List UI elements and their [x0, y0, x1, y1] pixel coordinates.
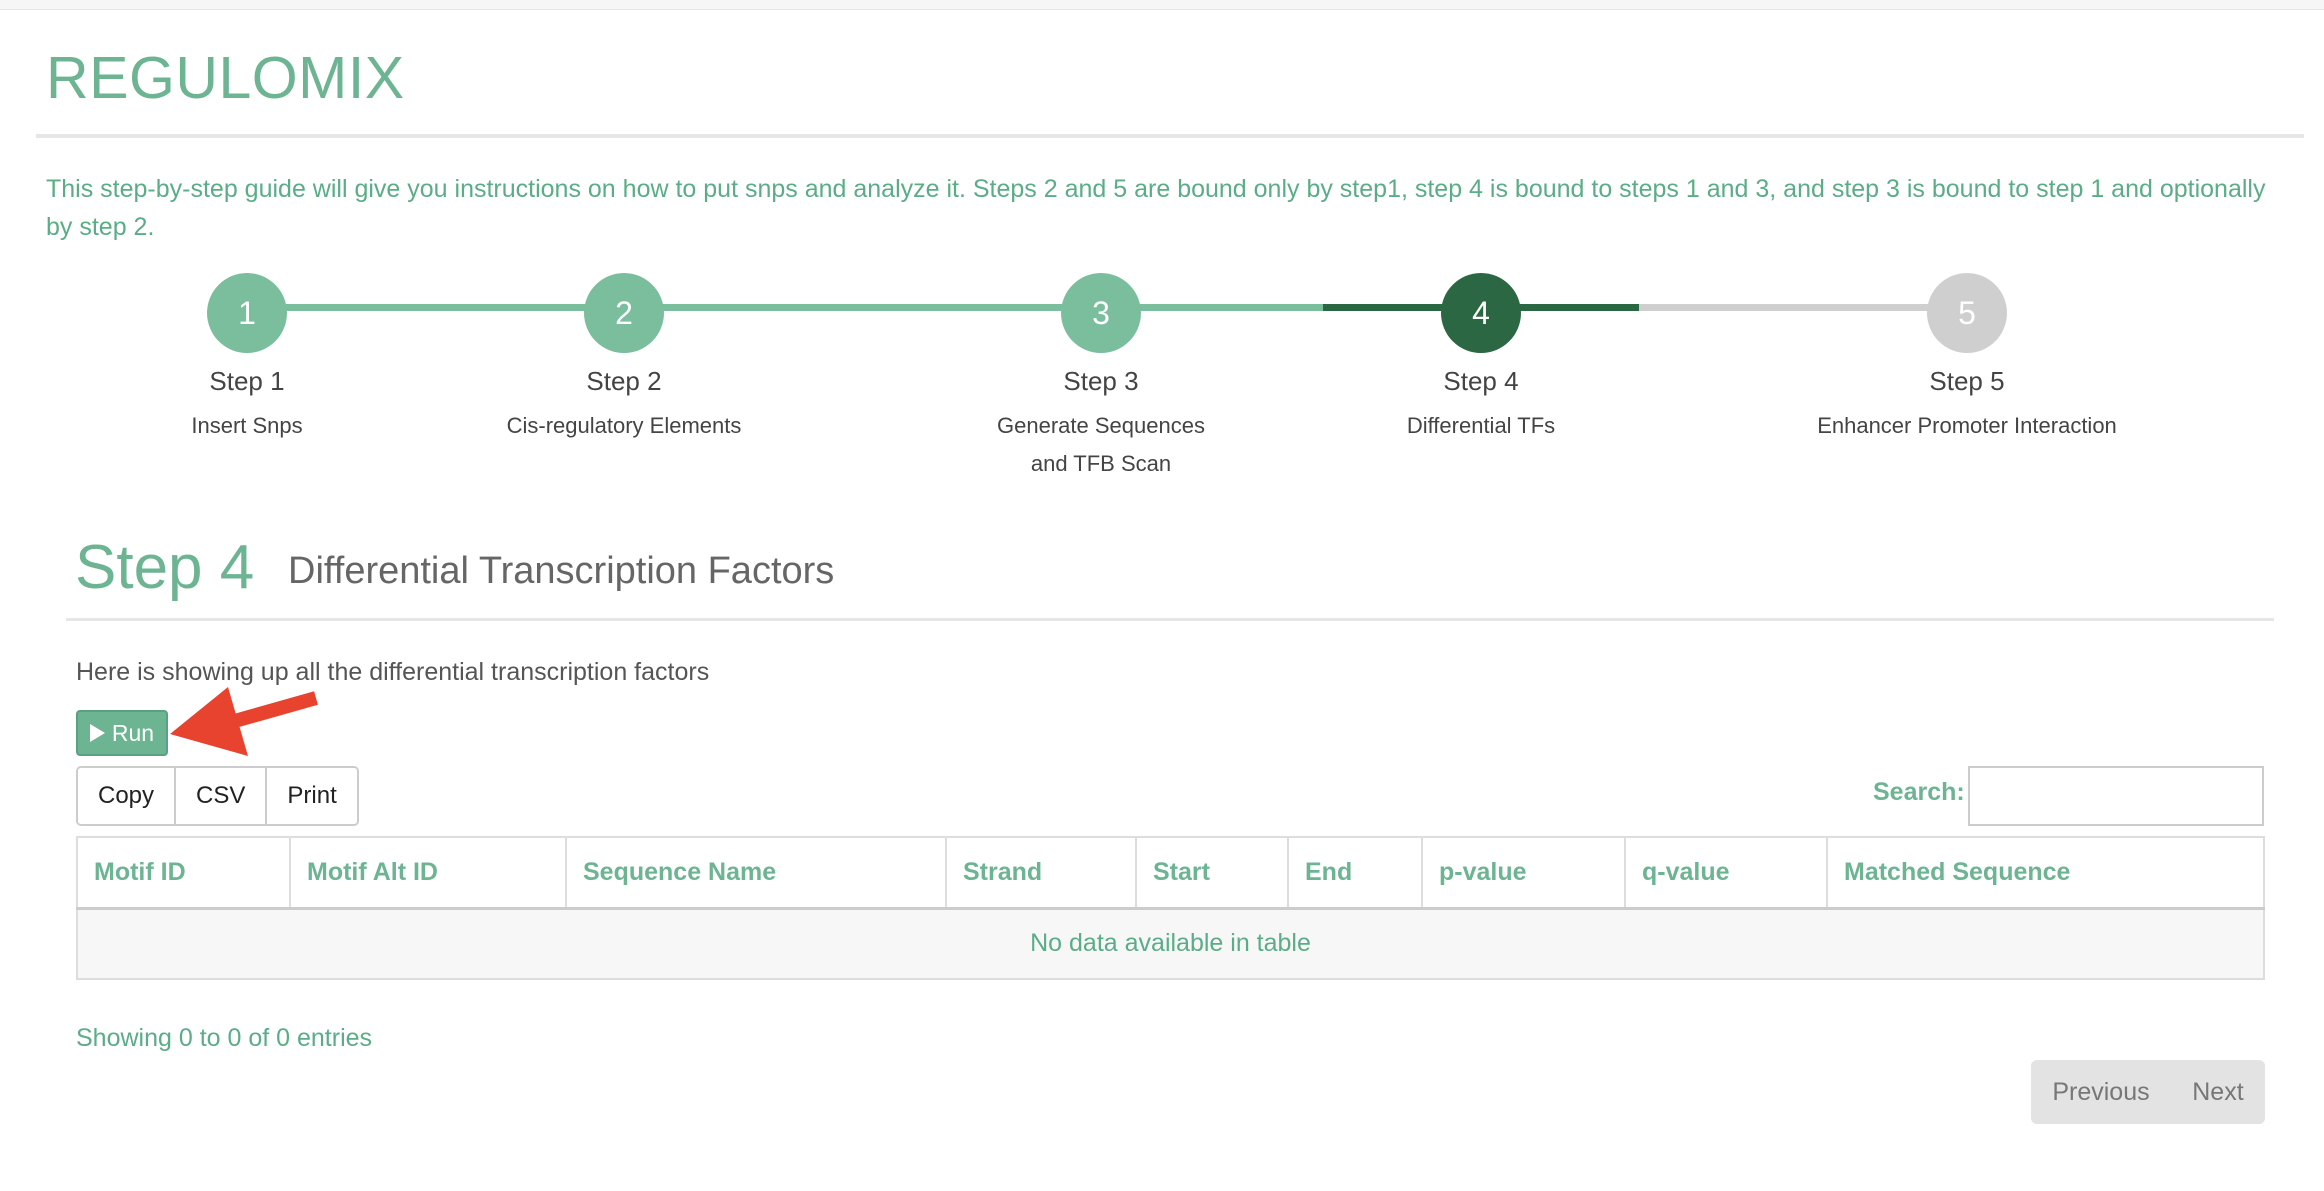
column-header-p-value[interactable]: p-value: [1421, 836, 1626, 910]
section-divider: [66, 618, 2274, 621]
section-title: Step 4: [75, 533, 255, 602]
search-input[interactable]: [1968, 766, 2264, 826]
step-1-label: Step 1: [209, 366, 285, 396]
step-2-desc: Cis-regulatory Elements: [506, 413, 742, 438]
step-4-desc: Differential TFs: [1406, 413, 1556, 438]
column-header-strand[interactable]: Strand: [945, 836, 1137, 910]
section-intro: Here is showing up all the differential …: [76, 658, 710, 686]
section-subtitle: Differential Transcription Factors: [288, 550, 835, 592]
page: REGULOMIX This step-by-step guide will g…: [0, 9, 2324, 1191]
annotation-arrow-icon: [170, 687, 318, 756]
table-row: No data available in table: [76, 907, 2265, 980]
header-divider: [36, 134, 2304, 138]
column-header-sequence-name[interactable]: Sequence Name: [565, 836, 947, 910]
step-2-label: Step 2: [586, 366, 662, 396]
table-empty-message: No data available in table: [76, 907, 2265, 980]
previous-button[interactable]: Previous: [2052, 1078, 2149, 1107]
step-3-desc-line2: and TFB Scan: [1030, 451, 1172, 476]
step-5-desc: Enhancer Promoter Interaction: [1817, 413, 2117, 438]
search-label: Search:: [1873, 778, 1965, 806]
next-button[interactable]: Next: [2192, 1078, 2243, 1107]
run-button-label: Run: [111, 719, 155, 746]
column-header-end[interactable]: End: [1287, 836, 1423, 910]
stepper-track-pending: [1639, 304, 1967, 311]
column-header-q-value[interactable]: q-value: [1624, 836, 1828, 910]
guide-text: This step-by-step guide will give you in…: [46, 175, 2266, 241]
step-5-circle[interactable]: 5: [1927, 273, 2007, 353]
copy-button[interactable]: Copy: [78, 768, 177, 824]
step-3-label: Step 3: [1063, 366, 1139, 396]
pagination: Previous Next: [2031, 1060, 2265, 1124]
play-icon: [89, 724, 105, 742]
stepper-track-completed: [247, 304, 1325, 311]
export-button-group: Copy CSV Print: [76, 766, 359, 826]
step-3-desc: Generate Sequences and TFB Scan: [921, 407, 1281, 483]
app-title: REGULOMIX: [46, 45, 405, 111]
step-3-desc-line1: Generate Sequences: [997, 413, 1205, 438]
column-header-motif-id[interactable]: Motif ID: [76, 836, 291, 910]
table-info: Showing 0 to 0 of 0 entries: [76, 1024, 373, 1052]
print-button[interactable]: Print: [267, 768, 357, 824]
results-table: Motif ID Motif Alt ID Sequence Name Stra…: [76, 836, 2265, 980]
csv-button[interactable]: CSV: [176, 768, 268, 824]
column-header-matched-sequence[interactable]: Matched Sequence: [1826, 836, 2265, 910]
column-header-motif-alt-id[interactable]: Motif Alt ID: [289, 836, 567, 910]
step-1-circle[interactable]: 1: [207, 273, 287, 353]
table-header-row: Motif ID Motif Alt ID Sequence Name Stra…: [76, 836, 2265, 910]
step-5-label: Step 5: [1929, 366, 2005, 396]
step-1-desc: Insert Snps: [191, 413, 303, 438]
step-4-label: Step 4: [1443, 366, 1519, 396]
step-4-circle[interactable]: 4: [1441, 273, 1521, 353]
column-header-start[interactable]: Start: [1135, 836, 1289, 910]
step-2-circle[interactable]: 2: [584, 273, 664, 353]
run-button[interactable]: Run: [76, 710, 168, 756]
step-3-circle[interactable]: 3: [1061, 273, 1141, 353]
